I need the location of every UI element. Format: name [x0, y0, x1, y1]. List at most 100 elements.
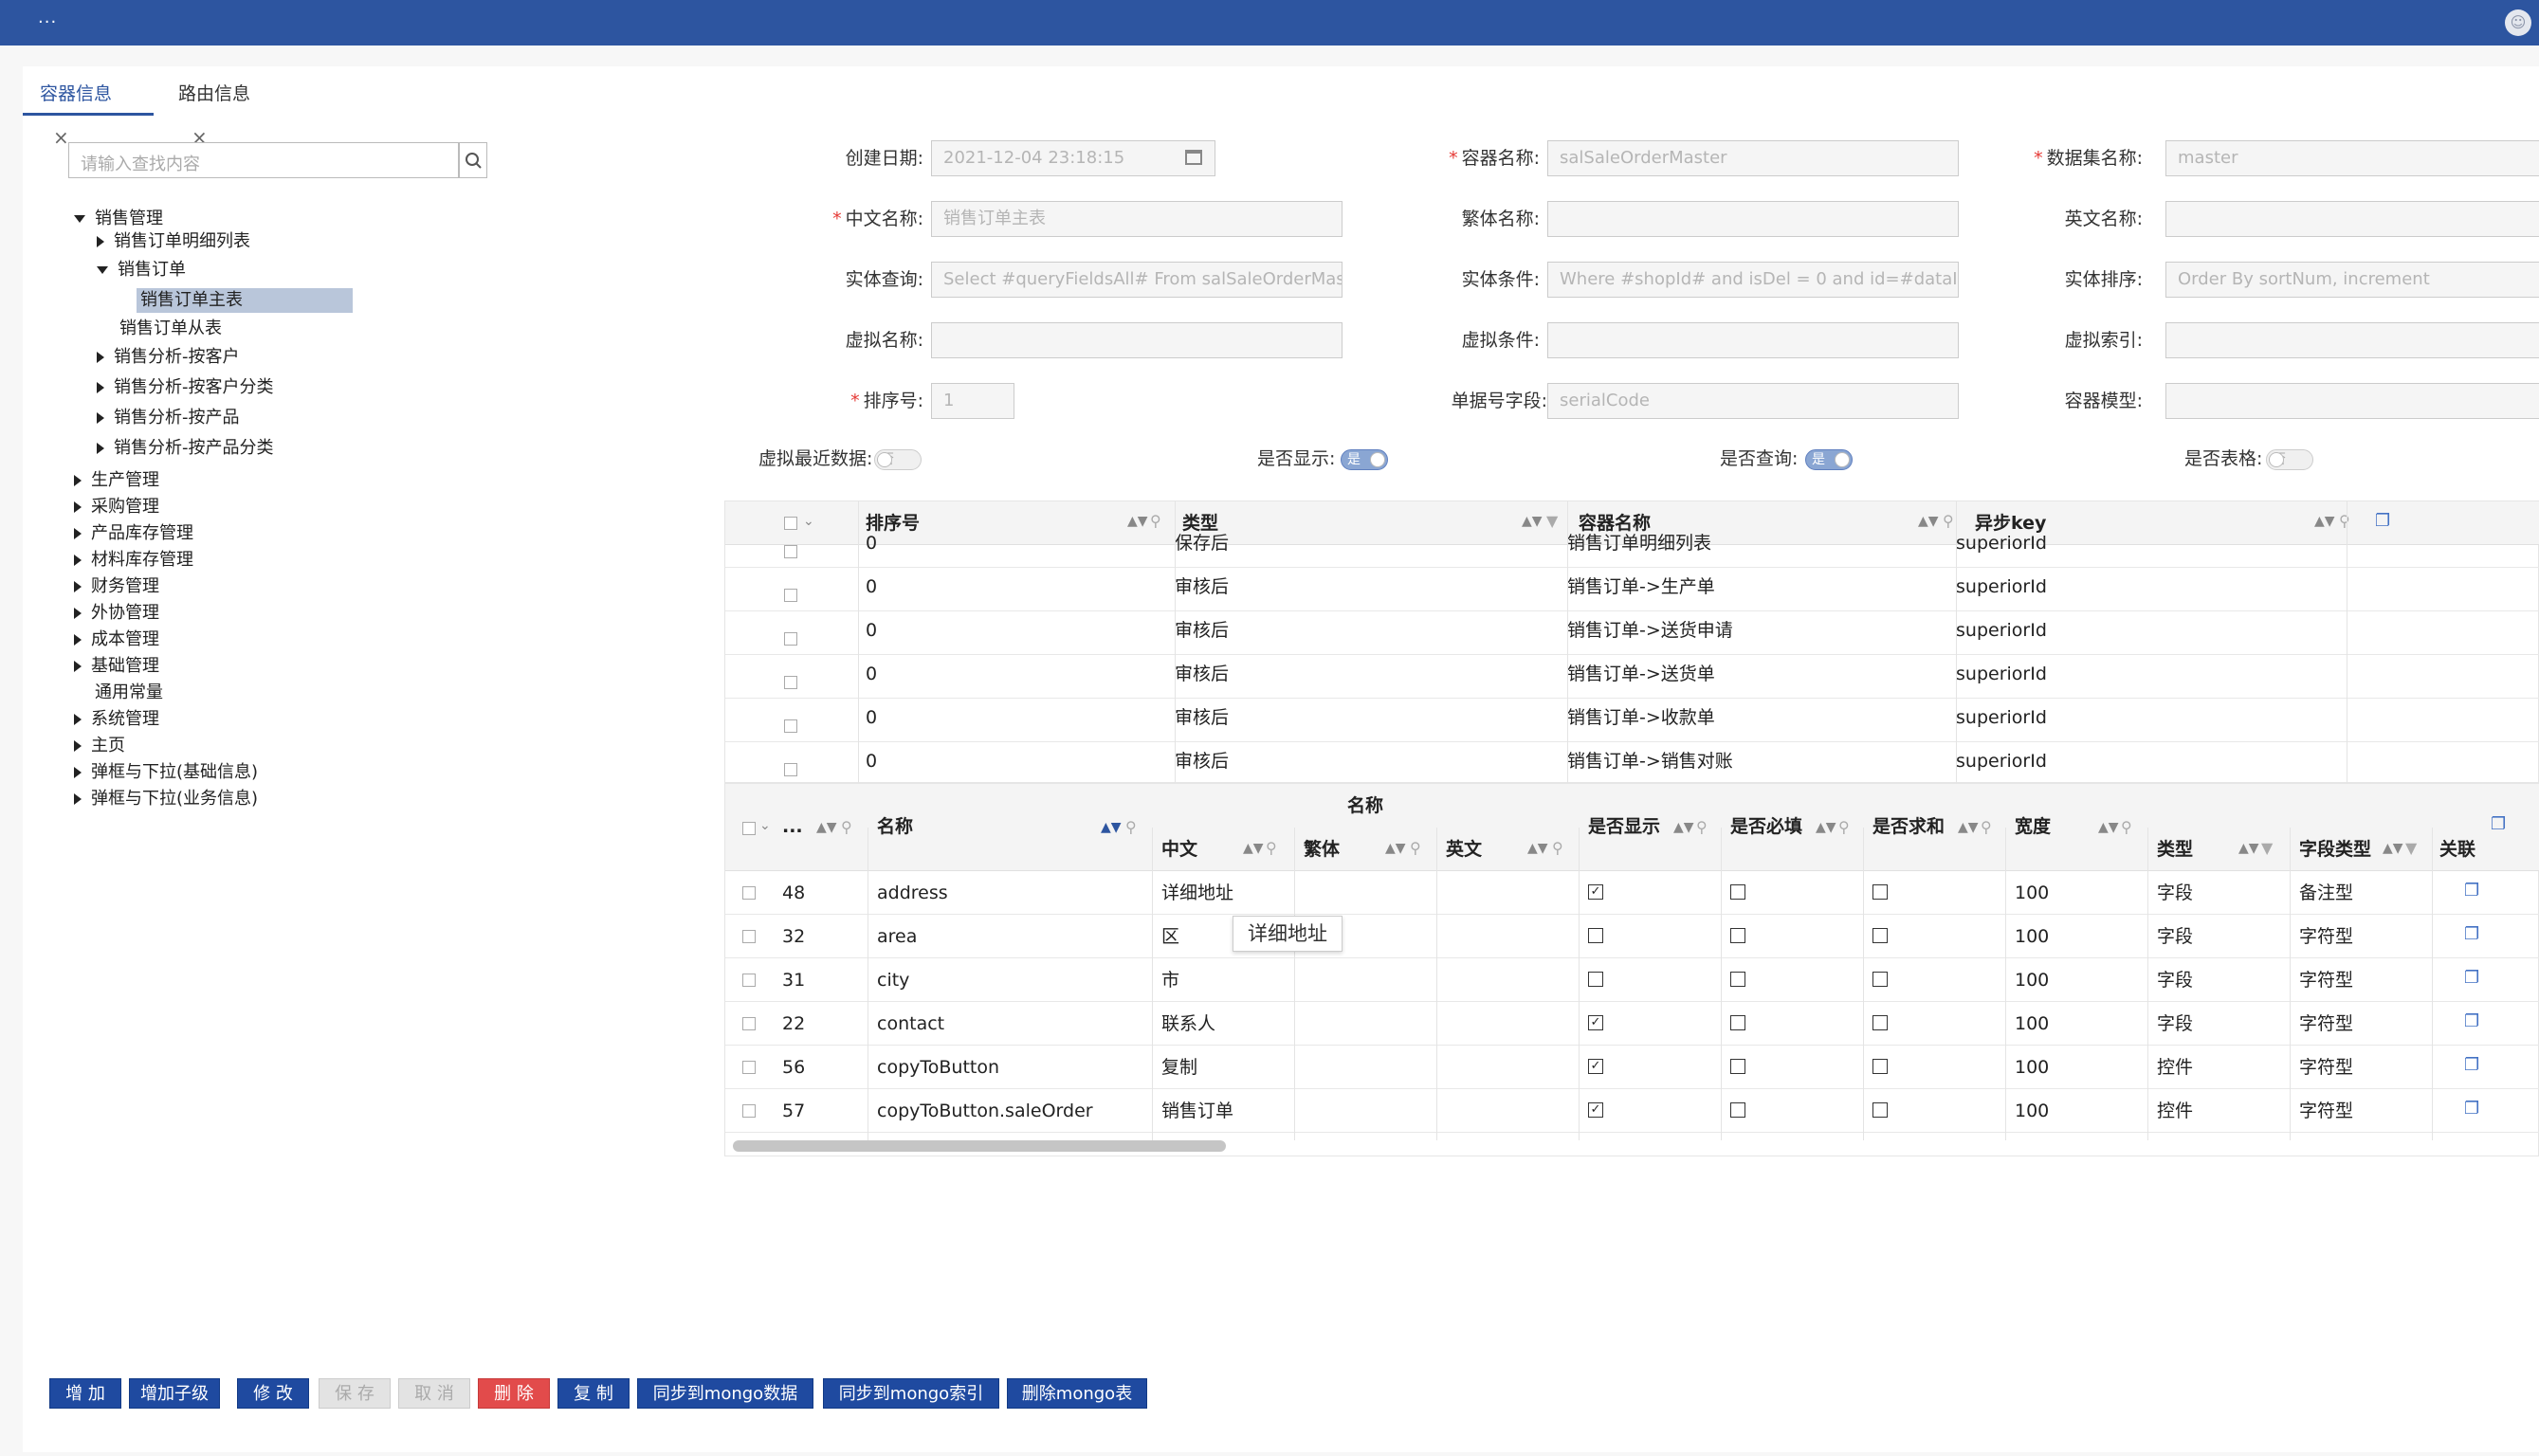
tree-node[interactable]: 弹框与下拉(基础信息) [74, 760, 258, 785]
tree-node[interactable]: 销售订单明细列表 [97, 229, 250, 254]
tree-node[interactable]: 销售订单主表 [137, 288, 353, 313]
field-input-container_name[interactable]: salSaleOrderMaster [1547, 140, 1959, 176]
checkbox-show[interactable]: ✓ [1588, 1102, 1603, 1118]
caret-right-icon[interactable] [74, 793, 82, 805]
checkbox-show[interactable]: ✓ [1588, 1015, 1603, 1030]
field-input-virtual_cond[interactable] [1547, 322, 1959, 358]
checkbox-sum[interactable] [1872, 1059, 1888, 1074]
tab-route-info[interactable]: 路由信息× [161, 72, 292, 149]
tree-node[interactable]: 销售分析-按产品分类 [97, 436, 274, 461]
field-input-create_date[interactable]: 2021-12-04 23:18:15 [931, 140, 1215, 176]
sort-icon[interactable]: ▲▼ [2098, 820, 2119, 835]
caret-right-icon[interactable] [97, 443, 104, 454]
caret-right-icon[interactable] [97, 382, 104, 393]
caret-right-icon[interactable] [74, 767, 82, 778]
tree-node[interactable]: 通用常量 [74, 681, 163, 705]
menu-dots[interactable]: ... [38, 8, 57, 27]
row-checkbox[interactable] [784, 763, 797, 776]
col-name[interactable]: 名称 [877, 805, 913, 848]
caret-right-icon[interactable] [97, 412, 104, 424]
action-button[interactable]: 增 加 [49, 1378, 121, 1409]
row-checkbox[interactable] [742, 886, 756, 900]
toggle-switch[interactable]: 是 [1341, 449, 1388, 470]
caret-right-icon[interactable] [74, 714, 82, 725]
related-icon[interactable]: ❐ [2464, 924, 2479, 944]
row-checkbox[interactable] [742, 974, 756, 987]
checkbox-required[interactable] [1730, 928, 1745, 943]
col-en[interactable]: 英文 [1446, 828, 1482, 871]
sort-icon[interactable]: ▲▼ [1673, 820, 1694, 835]
action-button[interactable]: 删除mongo表 [1007, 1378, 1147, 1409]
tree-node[interactable]: 系统管理 [74, 707, 159, 732]
table-row[interactable] [725, 1002, 2539, 1046]
checkbox-sum[interactable] [1872, 884, 1888, 900]
tree-node[interactable]: 销售分析-按客户 [97, 345, 240, 370]
tree-search-input[interactable]: 请输入查找内容 [68, 142, 459, 178]
field-input-container_model[interactable] [2165, 383, 2539, 419]
user-icon[interactable]: ☺ [2505, 9, 2531, 36]
caret-right-icon[interactable] [74, 501, 82, 513]
checkbox-sum[interactable] [1872, 928, 1888, 943]
table-row[interactable] [725, 871, 2539, 915]
calendar-icon[interactable] [1185, 150, 1202, 165]
field-input-sort_no[interactable]: 1 [931, 383, 1014, 419]
tree-node[interactable]: 材料库存管理 [74, 548, 193, 573]
search-icon[interactable]: ⚲ [841, 818, 852, 836]
checkbox-required[interactable] [1730, 1102, 1745, 1118]
checkbox-required[interactable] [1730, 1059, 1745, 1074]
related-icon[interactable]: ❐ [2464, 968, 2479, 988]
related-icon[interactable]: ❐ [2464, 1099, 2479, 1119]
tree-node[interactable]: 采购管理 [74, 495, 159, 519]
copy-icon[interactable]: ❐ [2491, 814, 2506, 834]
sort-icon[interactable]: ▲▼ [1527, 841, 1548, 856]
search-icon[interactable]: ⚲ [1266, 839, 1277, 857]
field-input-entity_cond[interactable]: Where #shopId# and isDel = 0 and id=#dat… [1547, 262, 1959, 298]
caret-right-icon[interactable] [74, 581, 82, 592]
sort-icon[interactable]: ▲▼ [2383, 841, 2403, 856]
row-checkbox[interactable] [784, 545, 797, 558]
row-checkbox[interactable] [784, 719, 797, 733]
caret-right-icon[interactable] [74, 555, 82, 566]
table-row[interactable] [725, 915, 2539, 958]
search-icon[interactable]: ⚲ [1125, 818, 1137, 836]
chevron-down-icon[interactable]: ⌄ [759, 818, 771, 833]
checkbox-required[interactable] [1730, 972, 1745, 987]
caret-down-icon[interactable] [74, 215, 85, 223]
search-icon[interactable]: ⚲ [1981, 818, 1992, 836]
field-input-entity_query[interactable]: Select #queryFieldsAll# From salSaleOrde… [931, 262, 1343, 298]
caret-right-icon[interactable] [74, 661, 82, 672]
action-button[interactable]: 修 改 [237, 1378, 309, 1409]
row-checkbox[interactable] [742, 1104, 756, 1118]
related-icon[interactable]: ❐ [2464, 881, 2479, 901]
tree-node[interactable]: 产品库存管理 [74, 521, 193, 546]
col-show[interactable]: 是否显示 [1588, 805, 1660, 848]
caret-right-icon[interactable] [74, 740, 82, 752]
select-all-checkbox[interactable] [742, 822, 756, 835]
row-checkbox[interactable] [784, 632, 797, 646]
tree-node[interactable]: 生产管理 [74, 468, 159, 493]
tree-node[interactable]: 销售分析-按产品 [97, 406, 240, 430]
tree-node[interactable]: 销售管理 [74, 207, 163, 231]
caret-right-icon[interactable] [97, 236, 104, 247]
related-icon[interactable]: ❐ [2464, 1055, 2479, 1075]
search-icon[interactable]: ⚲ [1838, 818, 1850, 836]
search-icon[interactable]: ⚲ [1696, 818, 1708, 836]
checkbox-sum[interactable] [1872, 1102, 1888, 1118]
col-seq[interactable]: ... [782, 805, 803, 848]
field-input-bill_no_field[interactable]: serialCode [1547, 383, 1959, 419]
sort-asc-icon[interactable]: ▲▼ [1101, 820, 1122, 835]
search-icon[interactable]: ⚲ [1552, 839, 1563, 857]
col-cn[interactable]: 中文 [1161, 828, 1197, 871]
search-button[interactable] [459, 142, 487, 178]
field-input-dataset_name[interactable]: master [2165, 140, 2539, 176]
caret-right-icon[interactable] [74, 634, 82, 646]
action-button[interactable]: 增加子级 [129, 1378, 220, 1409]
caret-right-icon[interactable] [74, 608, 82, 619]
sort-icon[interactable]: ▲▼ [1958, 820, 1979, 835]
checkbox-show[interactable] [1588, 928, 1603, 943]
action-button[interactable]: 删 除 [478, 1378, 550, 1409]
field-input-cn_name[interactable]: 销售订单主表 [931, 201, 1343, 237]
checkbox-sum[interactable] [1872, 1015, 1888, 1030]
caret-right-icon[interactable] [74, 475, 82, 486]
col-width[interactable]: 宽度 [2015, 805, 2051, 848]
